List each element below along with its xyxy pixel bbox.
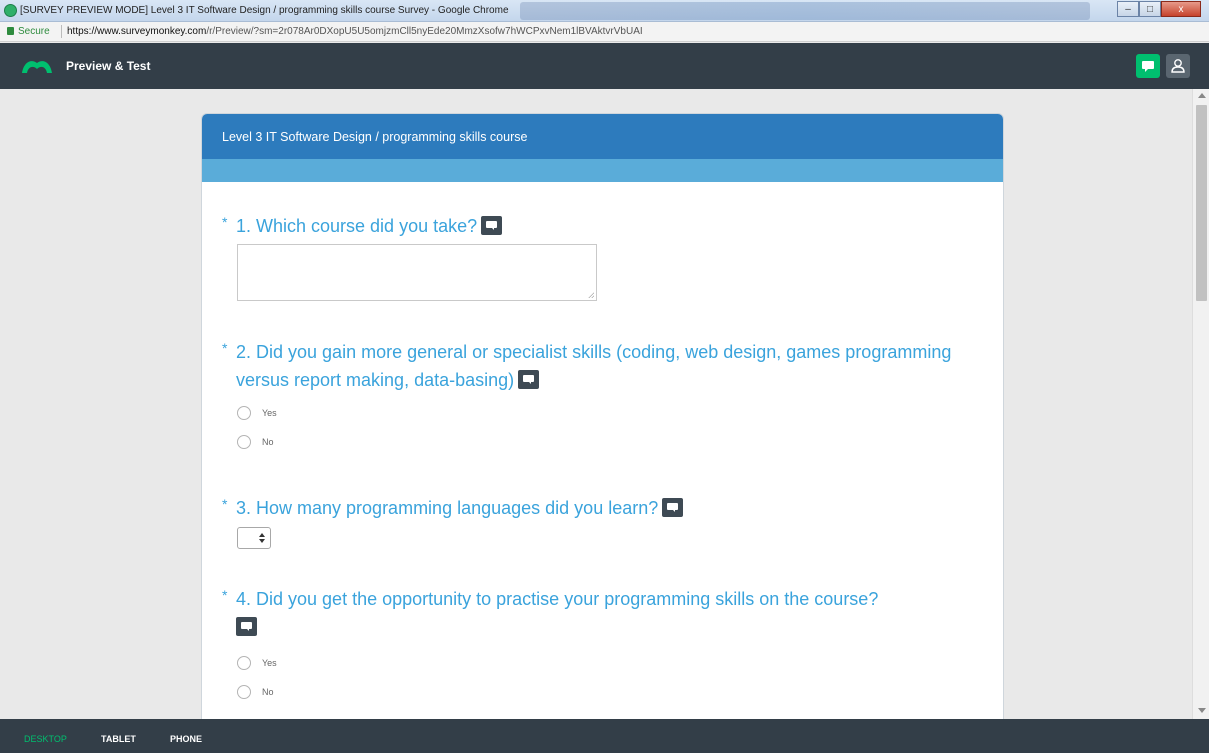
- lock-icon: [7, 27, 14, 35]
- comments-button[interactable]: [1136, 54, 1160, 78]
- survey-title: Level 3 IT Software Design / programming…: [222, 130, 528, 144]
- close-button[interactable]: x: [1161, 1, 1201, 17]
- minimize-button[interactable]: –: [1117, 1, 1139, 17]
- vertical-scrollbar[interactable]: [1192, 89, 1209, 719]
- address-separator: [61, 25, 62, 38]
- required-marker: *: [222, 587, 228, 603]
- url-path: /r/Preview/?sm=2r078Ar0DXopU5U5omjzmCll5…: [206, 26, 643, 37]
- required-marker: *: [222, 214, 228, 230]
- page-title: Preview & Test: [66, 59, 151, 73]
- device-tab-tablet[interactable]: TABLET: [101, 734, 136, 744]
- survey-progress-band: [202, 159, 1003, 182]
- scroll-up-icon[interactable]: [1198, 93, 1206, 98]
- question-2-option-yes[interactable]: Yes: [237, 406, 277, 420]
- comment-icon: [1142, 60, 1154, 72]
- app-header: Preview & Test: [0, 43, 1209, 89]
- required-marker: *: [222, 340, 228, 356]
- question-4-option-no[interactable]: No: [237, 685, 274, 699]
- question-2-text: 2. Did you gain more general or speciali…: [236, 342, 952, 390]
- comment-icon[interactable]: [518, 370, 540, 389]
- survey-card: Level 3 IT Software Design / programming…: [201, 113, 1004, 719]
- surveymonkey-logo-icon[interactable]: [20, 57, 54, 75]
- radio-button[interactable]: [237, 406, 251, 420]
- question-2-title: 2. Did you gain more general or speciali…: [222, 338, 952, 394]
- question-3-dropdown[interactable]: [237, 527, 271, 549]
- question-1: * 1. Which course did you take?: [222, 212, 982, 240]
- option-label: Yes: [262, 658, 277, 668]
- radio-button[interactable]: [237, 656, 251, 670]
- question-3: * 3. How many programming languages did …: [222, 494, 982, 522]
- survey-header: Level 3 IT Software Design / programming…: [202, 114, 1003, 159]
- radio-button[interactable]: [237, 685, 251, 699]
- select-arrow-down: [259, 539, 265, 543]
- device-tab-desktop[interactable]: DESKTOP: [24, 734, 67, 744]
- secure-label: Secure: [18, 26, 50, 37]
- question-3-text: 3. How many programming languages did yo…: [236, 498, 659, 518]
- url-host: https://www.surveymonkey.com: [67, 26, 207, 37]
- address-bar[interactable]: Secure https://www.surveymonkey.com/r/Pr…: [0, 22, 1209, 42]
- window-controls: – □ x: [1117, 1, 1201, 17]
- background-tabs: [520, 2, 1090, 20]
- question-1-text: 1. Which course did you take?: [236, 216, 478, 236]
- question-2-option-no[interactable]: No: [237, 435, 274, 449]
- question-1-title: 1. Which course did you take?: [222, 212, 982, 240]
- question-4-option-yes[interactable]: Yes: [237, 656, 277, 670]
- required-marker: *: [222, 496, 228, 512]
- question-4-title: 4. Did you get the opportunity to practi…: [222, 585, 982, 641]
- window-title-bar: [SURVEY PREVIEW MODE] Level 3 IT Softwar…: [0, 0, 1209, 22]
- comment-icon[interactable]: [662, 498, 684, 517]
- scrollbar-thumb[interactable]: [1196, 105, 1207, 301]
- user-icon: [1171, 59, 1185, 73]
- option-label: No: [262, 437, 274, 447]
- maximize-button[interactable]: □: [1139, 1, 1161, 17]
- question-1-textarea[interactable]: [237, 244, 597, 301]
- url-text[interactable]: https://www.surveymonkey.com/r/Preview/?…: [67, 26, 643, 37]
- question-4: * 4. Did you get the opportunity to prac…: [222, 585, 982, 641]
- question-2: * 2. Did you gain more general or specia…: [222, 338, 952, 394]
- device-tab-phone[interactable]: PHONE: [170, 734, 202, 744]
- select-arrows-icon: [259, 533, 265, 537]
- comment-icon[interactable]: [236, 617, 257, 636]
- chrome-surveymonkey-icon: [4, 4, 17, 17]
- device-preview-bar: DESKTOP TABLET PHONE: [0, 719, 1209, 753]
- scroll-down-icon[interactable]: [1198, 708, 1206, 713]
- option-label: Yes: [262, 408, 277, 418]
- account-button[interactable]: [1166, 54, 1190, 78]
- question-3-title: 3. How many programming languages did yo…: [222, 494, 982, 522]
- comment-icon[interactable]: [481, 216, 503, 235]
- radio-button[interactable]: [237, 435, 251, 449]
- option-label: No: [262, 687, 274, 697]
- preview-page[interactable]: Level 3 IT Software Design / programming…: [0, 89, 1209, 719]
- window-title: [SURVEY PREVIEW MODE] Level 3 IT Softwar…: [20, 5, 509, 16]
- resize-grip-icon[interactable]: [588, 292, 594, 298]
- question-4-text: 4. Did you get the opportunity to practi…: [236, 589, 879, 609]
